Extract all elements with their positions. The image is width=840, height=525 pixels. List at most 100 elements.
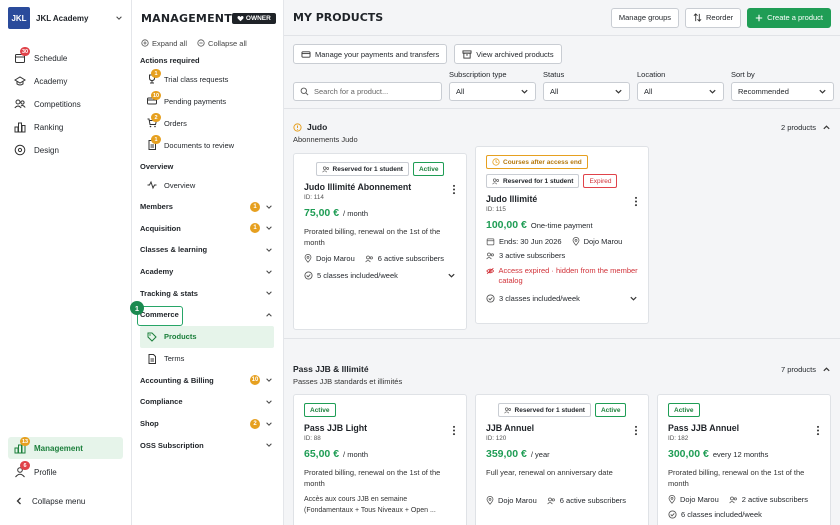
product-description: Full year, renewal on anniversary date: [486, 468, 613, 477]
group-header-judo[interactable]: Judo 2 products: [284, 120, 840, 134]
sort-by-select[interactable]: Recommended: [731, 82, 834, 101]
product-period: every 12 months: [712, 450, 769, 459]
action-orders[interactable]: 2 Orders: [132, 112, 283, 134]
create-product-button[interactable]: Create a product: [747, 7, 831, 28]
step-marker: 1: [130, 301, 144, 315]
reorder-button[interactable]: Reorder: [685, 7, 742, 28]
action-documents-to-review[interactable]: 1 Documents to review: [132, 134, 283, 156]
chevron-down-icon: [266, 291, 272, 296]
location-pin-icon: [304, 254, 312, 263]
group-title: Pass JJB & Illimité: [293, 364, 369, 374]
nav-item-schedule[interactable]: 30 Schedule: [0, 47, 131, 69]
action-trial-class-requests[interactable]: 1 Trial class requests: [132, 68, 283, 90]
section-classes-learning[interactable]: Classes & learning: [132, 239, 283, 261]
nav-item-ranking[interactable]: Ranking: [0, 116, 131, 138]
commerce-item-products[interactable]: Products: [140, 325, 274, 348]
nav-label: Competitions: [34, 99, 81, 109]
archive-icon: [462, 49, 472, 59]
create-product-label: Create a product: [767, 13, 823, 22]
product-price: 65,00 €: [304, 448, 340, 460]
group-title: Judo: [307, 122, 328, 132]
actions-required-title: Actions required: [140, 55, 200, 65]
nav-item-competitions[interactable]: Competitions: [0, 93, 131, 115]
reorder-icon: [693, 13, 702, 22]
commerce-item-terms[interactable]: Terms: [132, 348, 283, 370]
active-tag: Active: [594, 403, 627, 417]
users-icon: [14, 98, 26, 110]
chevron-down-icon: [448, 273, 455, 278]
product-location: Dojo Marou: [583, 237, 623, 246]
location-pin-icon: [486, 496, 494, 505]
view-archived-button[interactable]: View archived products: [454, 44, 562, 64]
nav-item-academy[interactable]: Academy: [0, 70, 131, 92]
card-icon: 10: [147, 91, 162, 106]
collapse-icon: [197, 39, 205, 47]
search-field[interactable]: [293, 82, 442, 101]
product-card[interactable]: Reserved for 1 student Active Judo Illim…: [293, 153, 467, 330]
section-academy[interactable]: Academy: [132, 261, 283, 283]
more-options-icon[interactable]: [816, 423, 820, 436]
section-label: Academy: [140, 267, 174, 277]
collapse-menu-button[interactable]: Collapse menu: [0, 491, 131, 511]
classes-included-row[interactable]: 5 classes included/week: [304, 271, 456, 280]
expired-tag: Expired: [583, 174, 618, 188]
chevron-down-icon: [266, 205, 272, 209]
classes-included: 5 classes included/week: [317, 271, 398, 280]
chevron-up-icon: [823, 124, 830, 129]
action-badge: 1: [151, 135, 161, 144]
product-title: Judo Illimité Abonnement: [304, 182, 412, 192]
main-content: MY PRODUCTS Manage groups Reorder Create…: [284, 0, 840, 525]
section-tracking-stats[interactable]: Tracking & stats: [132, 282, 283, 304]
product-location: Dojo Marou: [680, 495, 719, 504]
collapse-all-button[interactable]: Collapse all: [197, 39, 247, 48]
product-period: / month: [343, 450, 369, 459]
manage-payments-button[interactable]: Manage your payments and transfers: [293, 44, 448, 64]
group-header-pass-jjb[interactable]: Pass JJB & Illimité 7 products: [284, 362, 840, 376]
product-title: JJB Annuel: [486, 423, 535, 433]
section-oss-subscription[interactable]: OSS Subscription: [132, 434, 283, 456]
status-select[interactable]: All: [543, 82, 630, 101]
more-options-icon[interactable]: [452, 423, 456, 436]
nav-item-management[interactable]: 13 Management: [8, 437, 123, 459]
section-members[interactable]: Members 1: [132, 196, 283, 218]
product-card[interactable]: Courses after access end Reserved for 1 …: [475, 146, 649, 324]
section-compliance[interactable]: Compliance: [132, 391, 283, 413]
subscription-type-select[interactable]: All: [449, 82, 536, 101]
trophy-icon: 1: [147, 69, 161, 84]
warning-circle-icon: [293, 122, 302, 132]
profile-badge: 6: [20, 461, 30, 470]
location-select[interactable]: All: [637, 82, 724, 101]
nav-label: Academy: [34, 76, 68, 86]
expand-all-button[interactable]: Expand all: [141, 39, 187, 48]
academy-logo: JKL: [8, 7, 30, 29]
chevron-down-icon: [630, 296, 637, 301]
section-label: Classes & learning: [140, 245, 208, 255]
manage-groups-button[interactable]: Manage groups: [610, 7, 680, 28]
product-subscribers: 6 active subscribers: [559, 496, 627, 505]
more-options-icon[interactable]: [452, 182, 456, 195]
action-pending-payments[interactable]: 10 Pending payments: [132, 90, 283, 112]
product-description: Prorated billing, renewal on the 1st of …: [304, 227, 441, 247]
management-title: MANAGEMENT: [141, 11, 232, 25]
section-shop[interactable]: Shop 2: [132, 413, 283, 435]
nav-item-profile[interactable]: 6 Profile: [0, 461, 131, 483]
management-icon: 13: [14, 437, 31, 454]
active-tag: Active: [412, 162, 445, 176]
section-label: OSS Subscription: [140, 440, 204, 450]
overview-item[interactable]: Overview: [132, 174, 283, 196]
product-card[interactable]: Active Pass JJB Light ID: 88 65,00 € / m…: [293, 394, 467, 525]
section-acquisition[interactable]: Acquisition 1: [132, 218, 283, 240]
section-accounting-billing[interactable]: Accounting & Billing 10: [132, 370, 283, 392]
more-options-icon[interactable]: [634, 423, 638, 436]
product-end-date: Ends: 30 Jun 2026: [499, 237, 562, 246]
product-card[interactable]: Active Pass JJB Annuel ID: 182 300,00 € …: [657, 394, 831, 525]
search-input[interactable]: [314, 87, 424, 96]
check-circle-icon: [486, 294, 495, 303]
nav-item-design[interactable]: Design: [0, 139, 131, 161]
product-card[interactable]: Reserved for 1 student Active JJB Annuel…: [475, 394, 649, 525]
more-options-icon[interactable]: [634, 194, 638, 207]
active-tag: Active: [304, 403, 336, 417]
classes-included-row[interactable]: 6 classes included/week: [668, 510, 820, 519]
classes-included-row[interactable]: 3 classes included/week: [486, 294, 638, 303]
academy-switcher[interactable]: JKL JKL Academy: [0, 0, 131, 36]
